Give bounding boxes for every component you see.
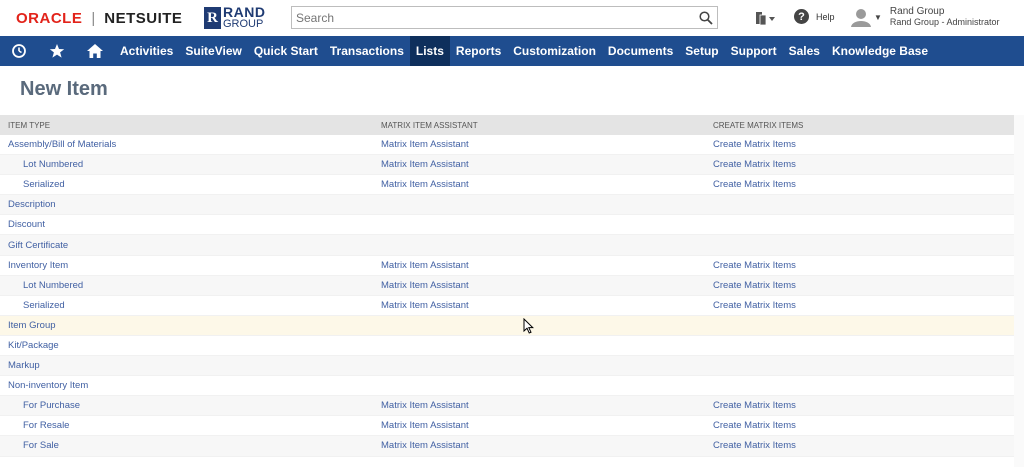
table-body: Assembly/Bill of Materials Matrix Item As… <box>0 135 1014 457</box>
item-type-link[interactable]: For Resale <box>0 420 381 431</box>
oracle-netsuite-logo[interactable]: ORACLE | NETSUITE <box>16 8 182 28</box>
table-row: For Resale Matrix Item Assistant Create Ma… <box>0 416 1014 437</box>
nav-lists[interactable]: Lists <box>409 36 450 66</box>
item-type-link[interactable]: Inventory Item <box>0 260 381 271</box>
oracle-logo-text: ORACLE <box>16 9 83 27</box>
nav-suiteview[interactable]: SuiteView <box>179 36 247 66</box>
matrix-item-assistant-link[interactable]: Matrix Item Assistant <box>381 420 713 431</box>
matrix-item-assistant-link[interactable]: Matrix Item Assistant <box>381 400 713 411</box>
matrix-item-assistant-link[interactable]: Matrix Item Assistant <box>381 280 713 291</box>
company-logo-mark: R <box>204 7 221 29</box>
company-logo-line2: GROUP <box>223 18 264 30</box>
table-row: Inventory Item Matrix Item Assistant Creat… <box>0 256 1014 276</box>
help-link[interactable]: ? Help <box>794 9 835 24</box>
table-row: For Purchase Matrix Item Assistant Create … <box>0 396 1014 417</box>
nav-activities[interactable]: Activities <box>114 36 179 66</box>
table-row: Discount <box>0 215 1014 236</box>
item-type-link[interactable]: Non-inventory Item <box>0 380 381 391</box>
create-matrix-items-link[interactable]: Create Matrix Items <box>713 179 1014 190</box>
create-matrix-items-link[interactable]: Create Matrix Items <box>713 440 1014 451</box>
table-header: ITEM TYPE MATRIX ITEM ASSISTANT CREATE M… <box>0 115 1014 135</box>
matrix-item-assistant-link[interactable]: Matrix Item Assistant <box>381 260 713 271</box>
column-header-matrix-item-assistant: MATRIX ITEM ASSISTANT <box>381 120 478 130</box>
item-type-link[interactable]: Item Group <box>0 320 381 331</box>
global-search <box>291 6 718 29</box>
create-matrix-items-link[interactable]: Create Matrix Items <box>713 260 1014 271</box>
column-header-create-matrix-items: CREATE MATRIX ITEMS <box>713 120 804 130</box>
search-icon[interactable] <box>695 7 717 28</box>
table-row: Item Group <box>0 315 1014 336</box>
company-logo-text: RAND GROUP <box>223 4 266 30</box>
nav-reports[interactable]: Reports <box>450 36 507 66</box>
help-label: Help <box>816 11 835 22</box>
chevron-down-icon: ▼ <box>874 12 882 22</box>
mouse-cursor-icon <box>523 317 535 339</box>
table-row: Serialized Matrix Item Assistant Create Ma… <box>0 175 1014 196</box>
table-row: Serialized Matrix Item Assistant Create Ma… <box>0 296 1014 316</box>
item-type-link[interactable]: Assembly/Bill of Materials <box>0 139 381 150</box>
nav-setup[interactable]: Setup <box>679 36 724 66</box>
item-type-link[interactable]: Markup <box>0 360 381 371</box>
table-row: Assembly/Bill of Materials Matrix Item As… <box>0 135 1014 156</box>
create-matrix-items-link[interactable]: Create Matrix Items <box>713 159 1014 170</box>
table-row: Description <box>0 195 1014 216</box>
nav-support[interactable]: Support <box>725 36 783 66</box>
table-row: Kit/Package <box>0 336 1014 357</box>
item-type-link[interactable]: Serialized <box>0 300 381 311</box>
item-type-link[interactable]: Description <box>0 199 381 210</box>
item-type-link[interactable]: Kit/Package <box>0 340 381 351</box>
user-role: Rand Group - Administrator <box>889 17 1000 27</box>
matrix-item-assistant-link[interactable]: Matrix Item Assistant <box>381 300 713 311</box>
recent-records-button[interactable] <box>754 8 778 28</box>
page-title: New Item <box>20 78 108 100</box>
netsuite-logo-text: NETSUITE <box>104 9 183 27</box>
column-header-item-type: ITEM TYPE <box>8 120 51 130</box>
item-type-link[interactable]: For Purchase <box>0 400 381 411</box>
create-matrix-items-link[interactable]: Create Matrix Items <box>713 280 1014 291</box>
create-matrix-items-link[interactable]: Create Matrix Items <box>713 139 1014 150</box>
create-matrix-items-link[interactable]: Create Matrix Items <box>713 300 1014 311</box>
matrix-item-assistant-link[interactable]: Matrix Item Assistant <box>381 139 713 150</box>
nav-customization[interactable]: Customization <box>507 36 602 66</box>
user-menu[interactable]: ▼ Rand Group Rand Group - Administrator <box>850 7 999 27</box>
item-type-link[interactable]: For Sale <box>0 440 381 451</box>
table-row: Lot Numbered Matrix Item Assistant Create … <box>0 155 1014 176</box>
nav-transactions[interactable]: Transactions <box>324 36 410 66</box>
recent-icon[interactable] <box>0 36 38 66</box>
create-matrix-items-link[interactable]: Create Matrix Items <box>713 400 1014 411</box>
main-navigation: Activities SuiteView Quick Start Transac… <box>0 36 1024 66</box>
matrix-item-assistant-link[interactable]: Matrix Item Assistant <box>381 179 713 190</box>
item-type-link[interactable]: Discount <box>0 219 381 230</box>
nav-documents[interactable]: Documents <box>602 36 679 66</box>
avatar-icon <box>850 7 872 27</box>
user-info: Rand Group Rand Group - Administrator <box>889 6 1000 28</box>
item-type-link[interactable]: Lot Numbered <box>0 280 381 291</box>
item-type-link[interactable]: Lot Numbered <box>0 159 381 170</box>
page-edge <box>1014 115 1024 467</box>
table-row: Non-inventory Item <box>0 376 1014 397</box>
table-row: Lot Numbered Matrix Item Assistant Create … <box>0 275 1014 296</box>
matrix-item-assistant-link[interactable]: Matrix Item Assistant <box>381 159 713 170</box>
home-icon[interactable] <box>76 36 114 66</box>
top-bar: ORACLE | NETSUITE R RAND GROUP ? Help ▼ … <box>0 0 1024 36</box>
item-type-table: ITEM TYPE MATRIX ITEM ASSISTANT CREATE M… <box>0 115 1014 457</box>
help-icon: ? <box>794 9 809 24</box>
star-icon[interactable] <box>38 36 76 66</box>
recent-records-icon <box>756 12 775 26</box>
table-row: Gift Certificate <box>0 235 1014 256</box>
nav-sales[interactable]: Sales <box>783 36 826 66</box>
table-row: Markup <box>0 356 1014 377</box>
nav-quick-start[interactable]: Quick Start <box>248 36 324 66</box>
company-logo-line1: RAND <box>223 4 266 20</box>
item-type-link[interactable]: Serialized <box>0 179 381 190</box>
nav-knowledge-base[interactable]: Knowledge Base <box>826 36 934 66</box>
item-type-link[interactable]: Gift Certificate <box>0 240 381 251</box>
create-matrix-items-link[interactable]: Create Matrix Items <box>713 420 1014 431</box>
company-logo[interactable]: R RAND GROUP <box>204 4 266 30</box>
matrix-item-assistant-link[interactable]: Matrix Item Assistant <box>381 440 713 451</box>
logo-separator: | <box>91 9 96 27</box>
search-input[interactable] <box>292 7 695 28</box>
table-row: For Sale Matrix Item Assistant Create Matr… <box>0 436 1014 457</box>
user-name: Rand Group <box>889 6 945 17</box>
